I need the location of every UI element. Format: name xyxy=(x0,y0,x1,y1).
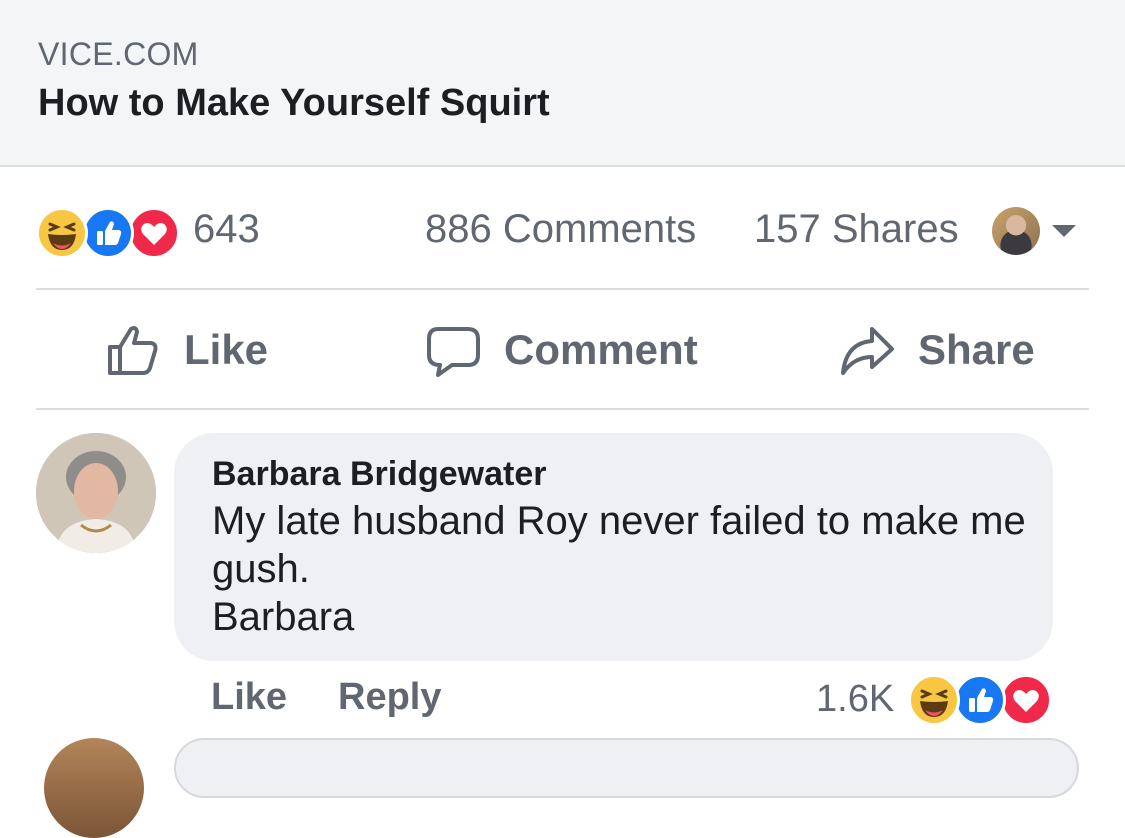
comment-label: Comment xyxy=(504,326,698,373)
comment-button[interactable]: Comment xyxy=(424,318,698,382)
comment-author[interactable]: Barbara Bridgewater xyxy=(212,455,546,494)
love-icon xyxy=(1000,674,1052,726)
like-label: Like xyxy=(184,326,269,373)
link-preview-card[interactable]: VICE.COM How to Make Yourself Squirt xyxy=(0,0,1125,167)
comment-reaction-icons[interactable] xyxy=(908,674,1058,726)
comment-reply-button[interactable]: Reply xyxy=(338,676,441,719)
share-button[interactable]: Share xyxy=(838,318,1035,382)
haha-icon xyxy=(36,207,88,259)
divider xyxy=(36,288,1089,290)
chevron-down-icon[interactable] xyxy=(1052,225,1076,237)
share-arrow-icon xyxy=(841,327,894,375)
avatar[interactable] xyxy=(36,433,156,553)
speech-bubble-icon xyxy=(427,327,480,377)
avatar[interactable] xyxy=(44,738,144,838)
love-icon xyxy=(128,207,180,259)
haha-icon xyxy=(908,674,960,726)
like-icon xyxy=(954,674,1006,726)
link-title[interactable]: How to Make Yourself Squirt xyxy=(38,82,550,125)
shares-count[interactable]: 157 Shares xyxy=(754,207,959,252)
comment-signature: Barbara xyxy=(212,595,355,639)
reaction-icons[interactable] xyxy=(36,207,186,259)
comment-bubble xyxy=(174,738,1079,798)
comment-text: My late husband Roy never failed to make… xyxy=(212,497,1032,641)
comment-body: My late husband Roy never failed to make… xyxy=(212,499,1026,591)
like-button[interactable]: Like xyxy=(104,318,268,382)
divider xyxy=(36,408,1089,410)
like-icon xyxy=(82,207,134,259)
comment-like-button[interactable]: Like xyxy=(211,676,287,719)
share-label: Share xyxy=(918,326,1035,373)
avatar[interactable] xyxy=(992,207,1040,255)
comments-count[interactable]: 886 Comments xyxy=(425,207,696,252)
post-stats-row: 643 886 Comments 157 Shares xyxy=(0,195,1125,267)
comment-reaction-count[interactable]: 1.6K xyxy=(816,678,894,721)
link-domain: VICE.COM xyxy=(38,36,199,72)
thumbs-up-icon xyxy=(108,326,158,375)
reaction-count[interactable]: 643 xyxy=(193,207,260,252)
comment-bubble: Barbara Bridgewater My late husband Roy … xyxy=(174,433,1053,661)
